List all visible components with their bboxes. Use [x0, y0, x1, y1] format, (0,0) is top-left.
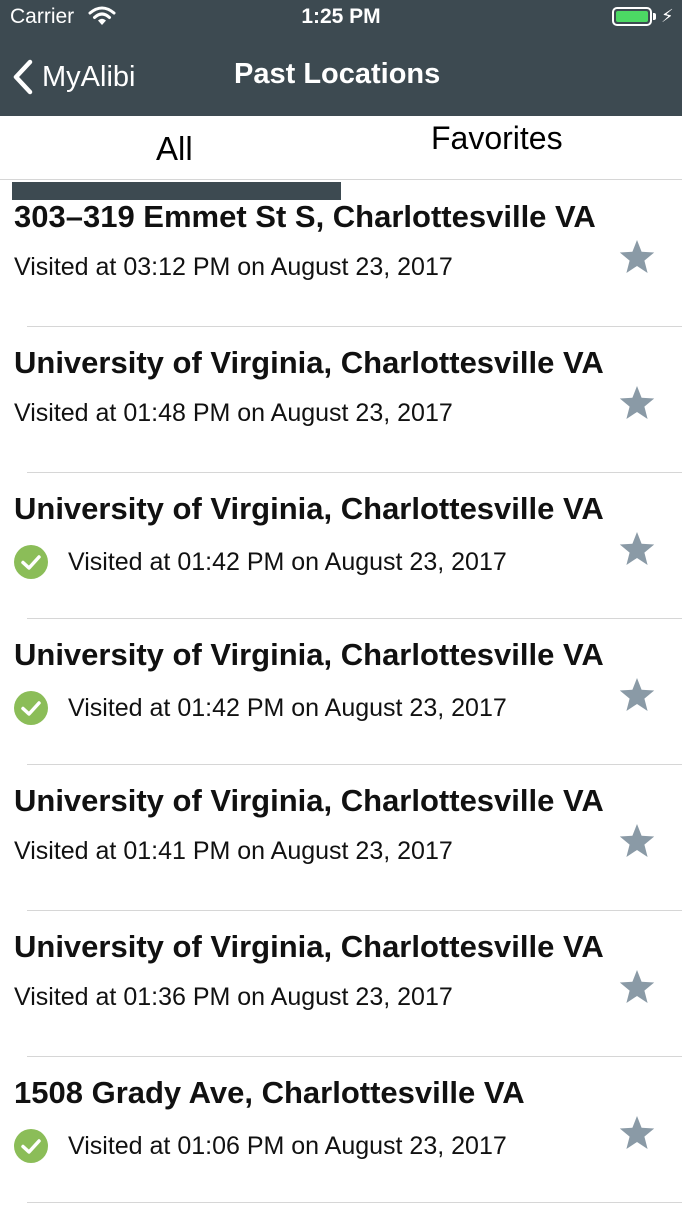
list-item[interactable]: University of Virginia, Charlottesville … [0, 911, 682, 1057]
list-item[interactable]: 1508 Grady Ave, Charlottesville VA Visite… [0, 1057, 682, 1203]
checkmark-icon [14, 1129, 48, 1163]
list-item[interactable]: University of Virginia, Charlottesville … [0, 327, 682, 473]
visited-timestamp: Visited at 01:06 PM on August 23, 2017 [68, 1131, 507, 1160]
location-title: University of Virginia, Charlottesville … [14, 491, 604, 526]
back-button[interactable]: MyAlibi [12, 55, 135, 99]
list-item[interactable]: University of Virginia, Charlottesville … [0, 619, 682, 765]
list-item[interactable]: 303–319 Emmet St S, Charlottesville VA Vi… [0, 181, 682, 327]
star-icon[interactable] [618, 239, 656, 275]
checkmark-icon [14, 545, 48, 579]
visited-timestamp: Visited at 01:42 PM on August 23, 2017 [68, 693, 507, 722]
visited-timestamp: Visited at 03:12 PM on August 23, 2017 [14, 253, 453, 281]
star-icon[interactable] [618, 969, 656, 1005]
star-icon[interactable] [618, 677, 656, 713]
visited-info: Visited at 03:12 PM on August 23, 2017 [14, 253, 453, 282]
visited-info: Visited at 01:06 PM on August 23, 2017 [14, 1129, 507, 1163]
segmented-tabs: All Favorites [0, 116, 682, 180]
star-icon[interactable] [618, 385, 656, 421]
visited-info: Visited at 01:48 PM on August 23, 2017 [14, 399, 453, 428]
battery-tip [653, 13, 656, 20]
locations-list: 303–319 Emmet St S, Charlottesville VA Vi… [0, 181, 682, 1203]
back-button-label: MyAlibi [42, 60, 136, 93]
tab-all[interactable]: All [156, 130, 193, 168]
star-icon[interactable] [618, 823, 656, 859]
charging-bolt-icon: ⚡ [661, 6, 674, 26]
chevron-left-icon [13, 59, 33, 95]
star-icon[interactable] [618, 531, 656, 567]
location-title: University of Virginia, Charlottesville … [14, 345, 604, 380]
location-title: 303–319 Emmet St S, Charlottesville VA [14, 199, 596, 234]
visited-timestamp: Visited at 01:42 PM on August 23, 2017 [68, 547, 507, 576]
visited-info: Visited at 01:42 PM on August 23, 2017 [14, 691, 507, 725]
list-item[interactable]: University of Virginia, Charlottesville … [0, 765, 682, 911]
tab-favorites[interactable]: Favorites [431, 120, 563, 157]
location-title: University of Virginia, Charlottesville … [14, 929, 604, 964]
page-title: Past Locations [234, 58, 441, 90]
navigation-bar: Carrier 1:25 PM ⚡ MyAlibi Past Locations [0, 0, 682, 116]
status-bar: Carrier 1:25 PM ⚡ [0, 0, 682, 36]
list-item[interactable]: University of Virginia, Charlottesville … [0, 473, 682, 619]
row-divider [27, 1202, 682, 1203]
location-title: University of Virginia, Charlottesville … [14, 783, 604, 818]
visited-timestamp: Visited at 01:48 PM on August 23, 2017 [14, 399, 453, 427]
clock: 1:25 PM [301, 5, 381, 28]
visited-info: Visited at 01:36 PM on August 23, 2017 [14, 983, 453, 1012]
visited-timestamp: Visited at 01:36 PM on August 23, 2017 [14, 983, 453, 1011]
visited-info: Visited at 01:41 PM on August 23, 2017 [14, 837, 453, 866]
location-title: University of Virginia, Charlottesville … [14, 637, 604, 672]
location-title: 1508 Grady Ave, Charlottesville VA [14, 1075, 525, 1110]
visited-timestamp: Visited at 01:41 PM on August 23, 2017 [14, 837, 453, 865]
checkmark-icon [14, 691, 48, 725]
battery-icon [612, 7, 652, 26]
visited-info: Visited at 01:42 PM on August 23, 2017 [14, 545, 507, 579]
star-icon[interactable] [618, 1115, 656, 1151]
